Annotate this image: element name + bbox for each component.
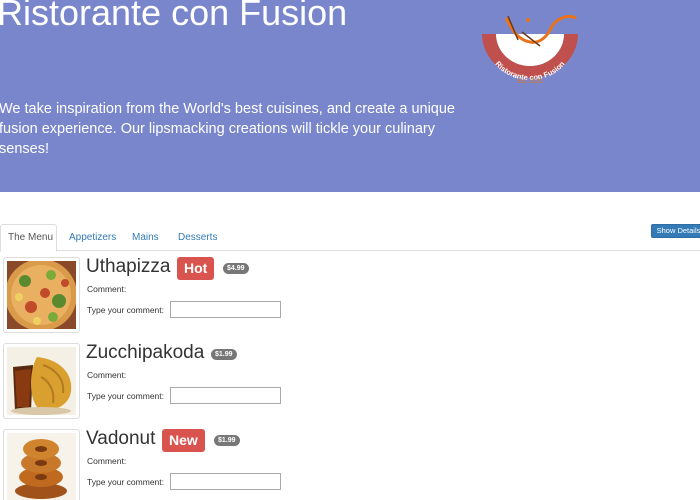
dish-label-badge: Hot (177, 257, 215, 280)
dish-item[interactable]: Vadonut New $1.99 Comment: Type your com… (3, 428, 403, 500)
zucchipakoda-image (7, 347, 76, 415)
restaurant-logo: Ristorante con Fusion Est. 2020 (482, 14, 578, 85)
tab-desserts[interactable]: Desserts (171, 224, 224, 251)
dish-name: Uthapizza (86, 256, 171, 277)
dish-thumbnail[interactable] (3, 257, 80, 333)
dish-thumbnail[interactable] (3, 429, 80, 500)
comment-prompt-label: Type your comment: (87, 391, 165, 401)
price-badge: $1.99 (211, 349, 237, 360)
price-badge: $4.99 (223, 263, 249, 274)
comment-label: Comment: (87, 284, 127, 294)
comment-input[interactable] (170, 387, 281, 404)
tab-the-menu[interactable]: The Menu (0, 224, 57, 252)
menu-tabs: The Menu Appetizers Mains Desserts (0, 224, 700, 252)
show-details-button[interactable]: Show Details (651, 224, 700, 238)
dish-label-badge: New (162, 429, 205, 452)
dish-item[interactable]: Zucchipakoda $1.99 Comment: Type your co… (3, 342, 403, 419)
restaurant-tagline: We take inspiration from the World's bes… (0, 101, 455, 157)
comment-label: Comment: (87, 456, 127, 466)
dish-thumbnail[interactable] (3, 343, 80, 419)
pizza-image (7, 261, 76, 329)
comment-prompt-label: Type your comment: (87, 477, 165, 487)
comment-label: Comment: (87, 370, 127, 380)
dish-name: Vadonut (86, 428, 156, 449)
restaurant-title: Ristorante con Fusion (0, 0, 348, 33)
price-badge: $1.99 (214, 435, 240, 446)
comment-prompt-label: Type your comment: (87, 305, 165, 315)
header-jumbotron: Ristorante con Fusion We take inspiratio… (0, 0, 700, 192)
logo-est-text: Est. 2020 (517, 79, 543, 85)
dish-name: Zucchipakoda (86, 342, 205, 363)
comment-input[interactable] (170, 301, 281, 318)
comment-input[interactable] (170, 473, 281, 490)
tab-appetizers[interactable]: Appetizers (62, 224, 123, 251)
vadonut-image (7, 433, 76, 500)
dish-item[interactable]: Uthapizza Hot $4.99 Comment: Type your c… (3, 256, 403, 333)
tab-mains[interactable]: Mains (125, 224, 166, 251)
